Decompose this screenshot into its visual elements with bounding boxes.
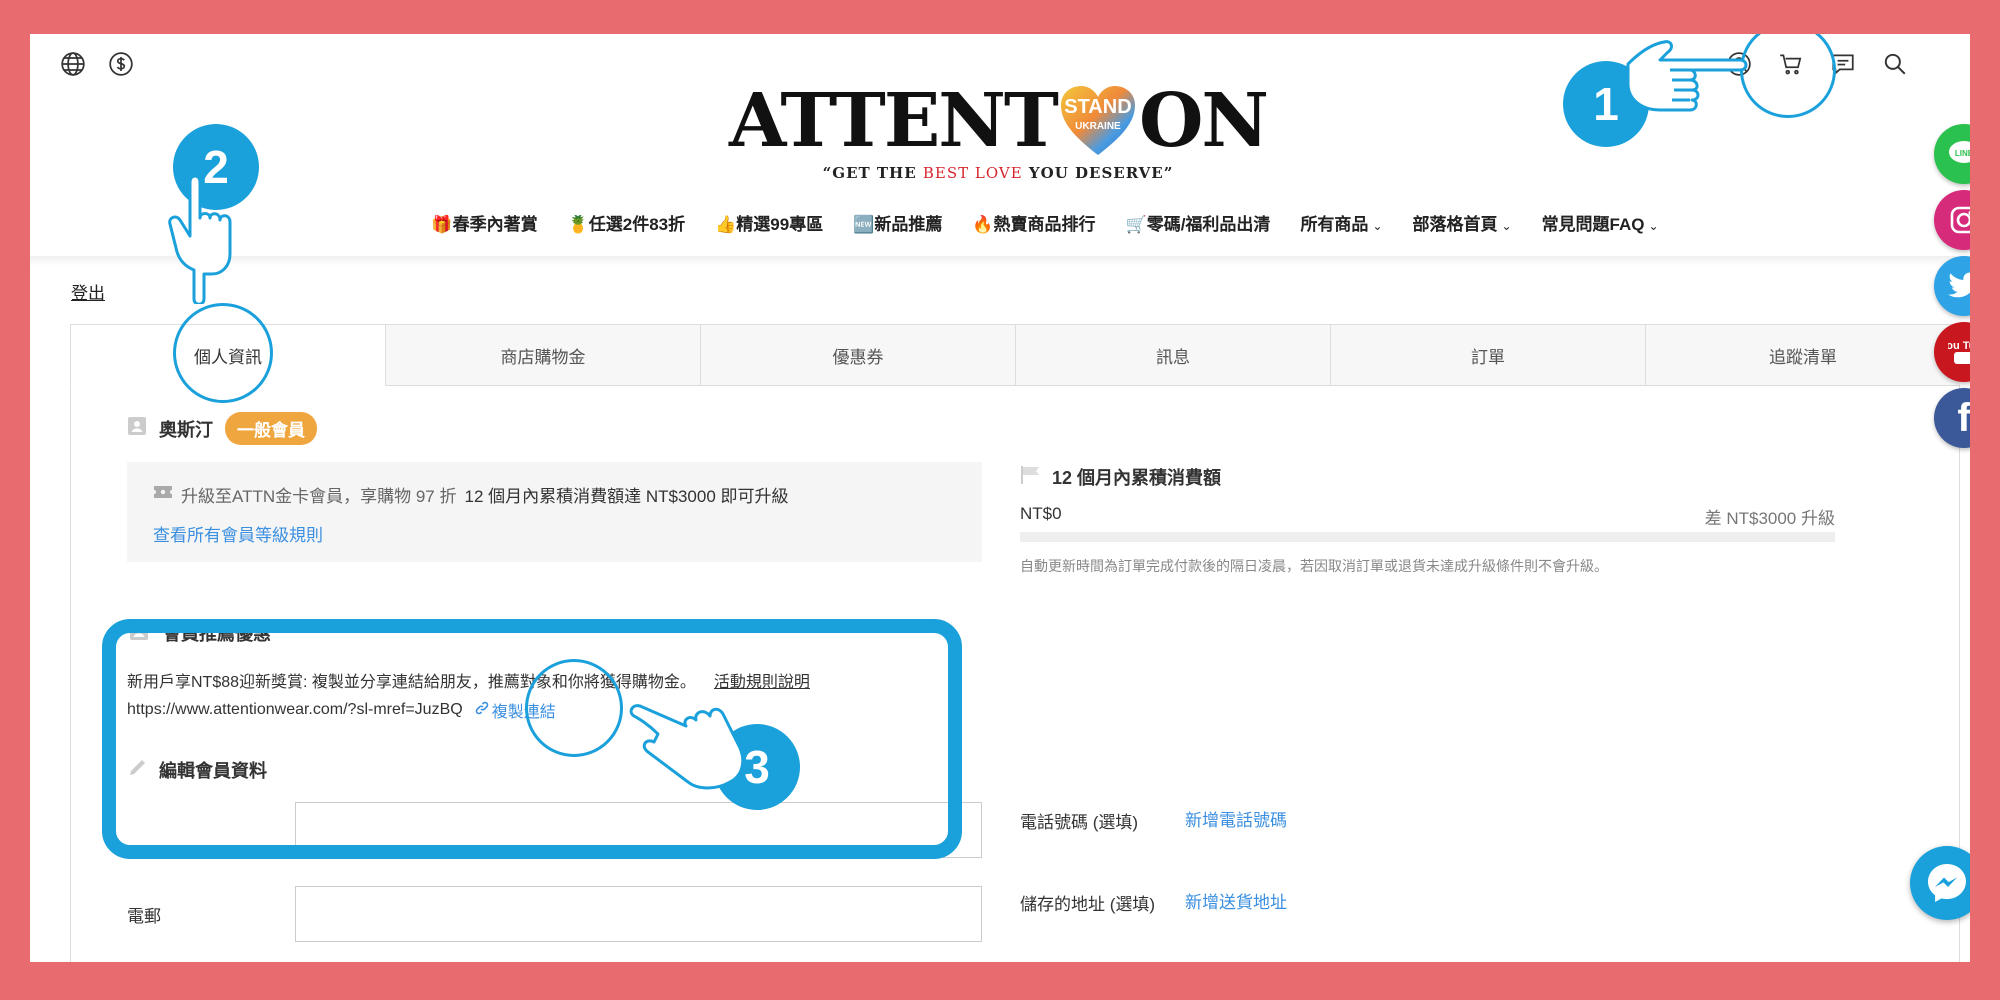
member-level-badge: 一般會員 [225,412,317,445]
tagline-part-b: YOU DESERVE” [1022,164,1174,182]
tab-profile[interactable]: 個人資訊 [70,325,385,386]
logo-tagline: “GET THE BEST LOVE YOU DESERVE” [758,164,1238,182]
referral-desc-text: 新用戶享NT$88迎新獎賞: 複製並分享連結給朋友，推薦對象和你將獲得購物金。 [127,674,696,691]
youtube-icon: You Tube [1948,340,1970,364]
referral-url-row: https://www.attentionwear.com/?sl-mref=J… [127,698,556,722]
nav-item-spring[interactable]: 🎁春季內著賞 [431,210,537,235]
spend-note: 自動更新時間為訂單完成付款後的隔日凌晨，若因取消訂單或退貨未達成升級條件則不會升… [1020,558,1608,574]
nav-label: 常見問題FAQ [1541,215,1645,234]
logo-heart-stand: STAND [1064,96,1132,118]
tab-coupons[interactable]: 優惠券 [700,325,1015,386]
cart-icon[interactable] [1778,51,1804,77]
edit-profile-title-text: 編輯會員資料 [159,760,267,781]
nav-item-clearance[interactable]: 🛒零碼/福利品出清 [1126,210,1271,235]
page-canvas: ATTENT STAND UKRAINE ON “GET THE BEST LO… [30,34,1970,962]
flag-icon [1020,465,1042,490]
upgrade-text-b: 12 個月內累積消費額達 NT$3000 即可升級 [464,487,789,506]
member-card-icon [129,621,149,646]
logo-heart-ukraine: UKRAINE [1075,121,1121,132]
twitter-icon [1948,272,1970,298]
upgrade-box: 升級至ATTN金卡會員，享購物 97 折 12 個月內累積消費額達 NT$300… [127,462,982,562]
spend-diff: 差 NT$3000 升級 [1704,509,1835,528]
message-icon[interactable] [1830,51,1856,77]
header-divider [30,256,1970,266]
member-rules-link[interactable]: 查看所有會員等級規則 [153,521,956,546]
email-label: 電郵 [127,907,161,926]
link-icon [475,701,489,720]
nav-item-new[interactable]: 🆕新品推薦 [853,210,942,235]
phone-label: 電話號碼 (選填) [1020,813,1139,832]
logo-title-left: ATTENT [728,78,1059,164]
main-nav: 🎁春季內著賞 🍍任選2件83折 👍精選99專區 🆕新品推薦 🔥熱賣商品排行 🛒零… [30,210,1970,235]
pencil-icon [127,756,149,783]
tagline-red: BEST LOVE [922,164,1023,182]
tab-orders[interactable]: 訂單 [1330,325,1645,386]
nav-label: 部落格首頁 [1412,215,1498,234]
site-logo[interactable]: ATTENT STAND UKRAINE ON “GET THE BEST LO… [729,84,1269,182]
address-label: 儲存的地址 (選填) [1020,895,1156,914]
member-card-icon [127,416,147,441]
upgrade-line: 升級至ATTN金卡會員，享購物 97 折 12 個月內累積消費額達 NT$300… [153,482,956,507]
header-left-icons [60,51,134,77]
referral-description: 新用戶享NT$88迎新獎賞: 複製並分享連結給朋友，推薦對象和你將獲得購物金。 活… [127,668,810,692]
tab-messages[interactable]: 訊息 [1015,325,1330,386]
member-row: 奧斯汀 一般會員 [127,412,317,445]
spend-amount: NT$0 [1020,504,1062,523]
tagline-part-a: “GET THE [822,164,923,182]
upgrade-text-a: 升級至ATTN金卡會員，享購物 97 折 [181,487,457,506]
instagram-button[interactable] [1934,190,1970,250]
referral-title: 會員推薦優惠 [129,620,271,646]
nav-item-blog[interactable]: 部落格首頁 ⌄ [1413,210,1512,235]
logo-title-right: ON [1138,78,1269,164]
heart-icon: STAND UKRAINE [1059,85,1137,157]
pointing-hand-icon [1620,34,1750,144]
copy-link-button[interactable]: 複製連結 [475,698,556,722]
pointing-hand-icon [628,694,778,824]
email-field[interactable] [295,886,982,942]
tab-wishlist[interactable]: 追蹤清單 [1645,325,1960,386]
youtube-icon-text: You Tube [1948,340,1970,352]
chevron-down-icon: ⌄ [1372,219,1383,233]
nav-item-discount[interactable]: 🍍任選2件83折 [568,210,686,235]
line-icon: LINE [1949,141,1970,163]
globe-icon[interactable] [60,51,86,77]
referral-title-text: 會員推薦優惠 [163,624,271,644]
referral-url: https://www.attentionwear.com/?sl-mref=J… [127,701,463,718]
line-icon-text: LINE [1955,149,1970,158]
nav-item-all-products[interactable]: 所有商品 ⌄ [1300,210,1382,235]
add-address-link[interactable]: 新增送貨地址 [1185,888,1287,913]
member-name: 奧斯汀 [159,419,213,440]
referral-rules-link[interactable]: 活動規則說明 [714,674,810,691]
tab-store-credit[interactable]: 商店購物金 [385,325,700,386]
header-right-icons [1726,51,1908,77]
logout-link[interactable]: 登出 [71,279,105,304]
account-tabs: 個人資訊 商店購物金 優惠券 訊息 訂單 追蹤清單 [70,324,1960,386]
edit-profile-title: 編輯會員資料 [127,756,267,783]
nav-item-faq[interactable]: 常見問題FAQ ⌄ [1542,210,1659,235]
spend-title: 12 個月內累積消費額 [1020,464,1221,490]
instagram-icon [1950,206,1970,234]
facebook-icon: f [1957,396,1970,440]
nav-label: 所有商品 [1300,215,1369,234]
copy-link-label: 複製連結 [491,704,556,721]
chevron-down-icon: ⌄ [1648,219,1659,233]
add-phone-link[interactable]: 新增電話號碼 [1185,806,1287,831]
nav-item-99[interactable]: 👍精選99專區 [715,210,823,235]
nav-item-hot[interactable]: 🔥熱賣商品排行 [972,210,1095,235]
ticket-icon [153,484,173,505]
pointing-hand-icon [160,174,260,304]
spend-progress-bar [1020,532,1835,542]
chevron-down-icon: ⌄ [1501,219,1512,233]
spend-title-text: 12 個月內累積消費額 [1052,468,1222,488]
search-icon[interactable] [1882,51,1908,77]
dollar-icon[interactable] [108,51,134,77]
messenger-icon [1928,864,1966,902]
line-button[interactable]: LINE [1934,124,1970,184]
